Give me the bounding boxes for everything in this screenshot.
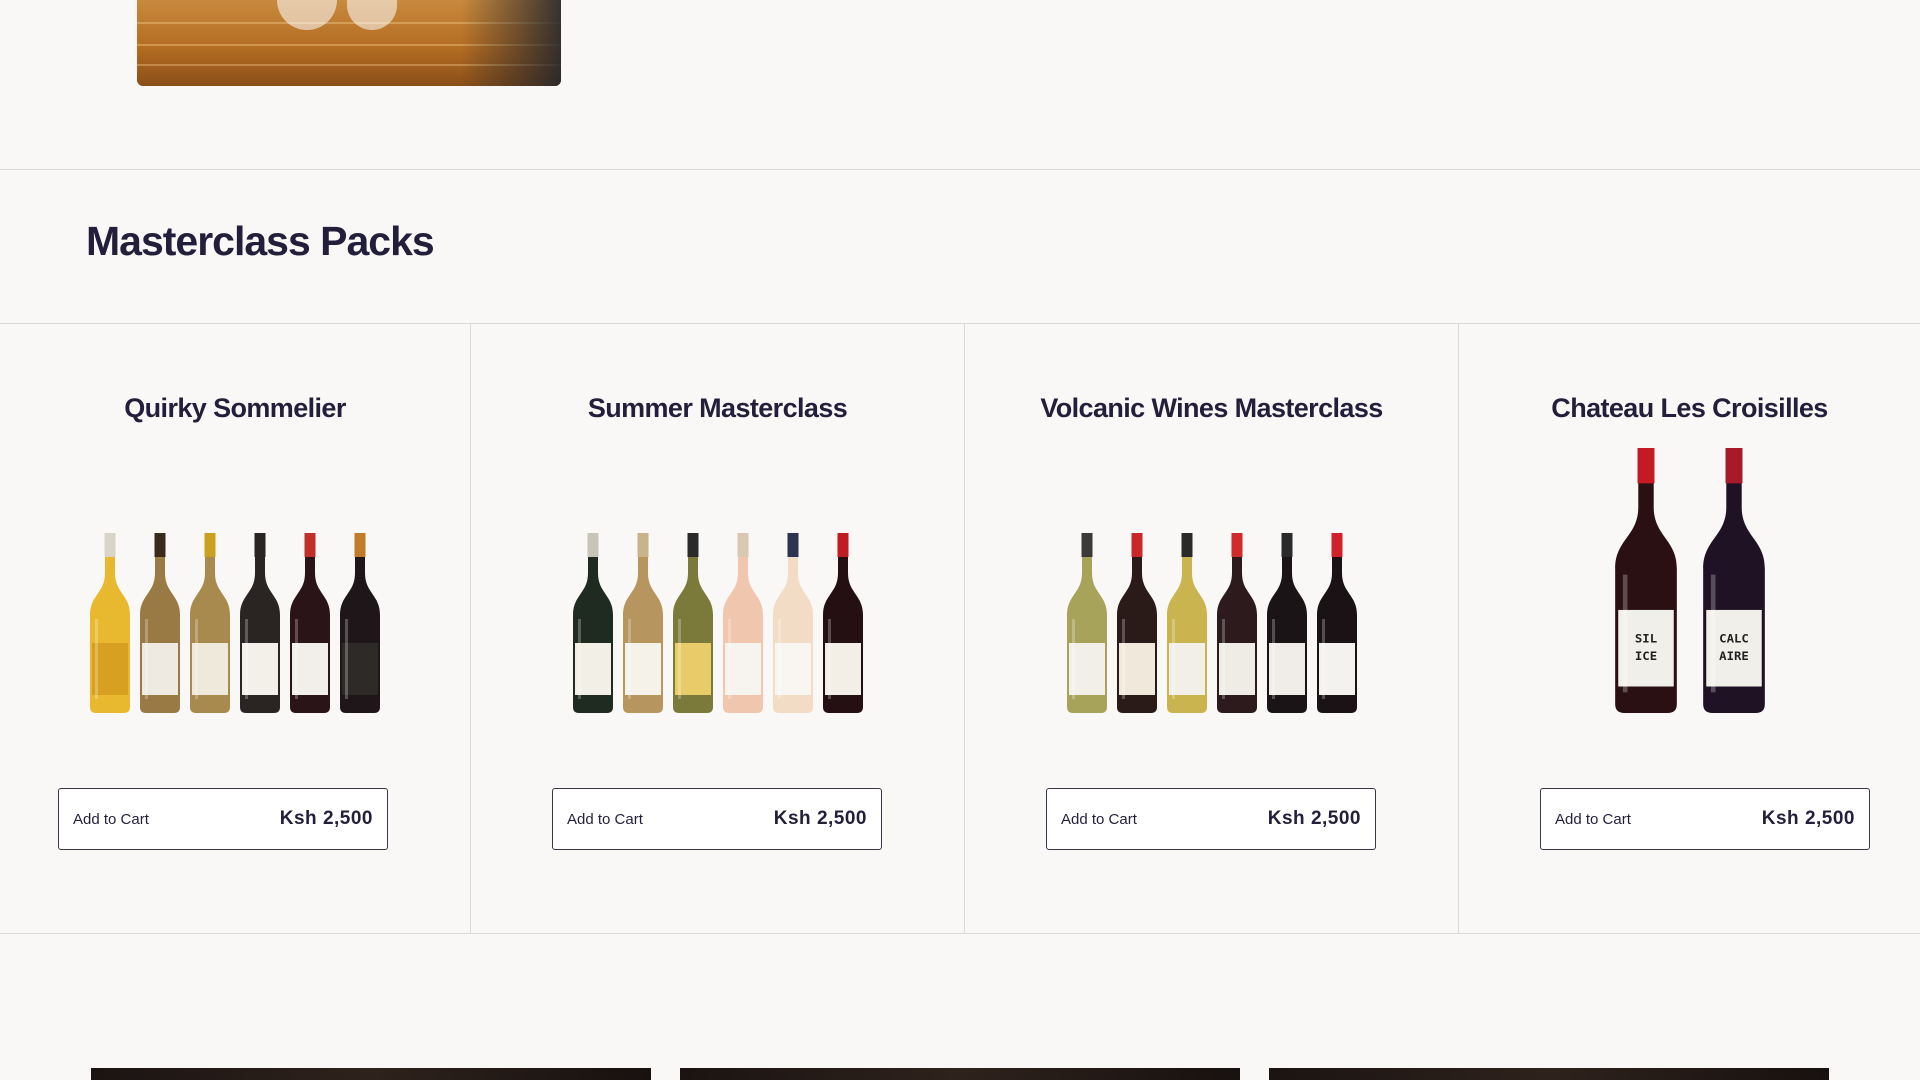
product-title: Quirky Sommelier	[124, 393, 346, 423]
wine-bottle	[1213, 533, 1261, 713]
add-to-cart-label: Add to Cart	[73, 810, 149, 828]
wine-bottle	[1163, 533, 1211, 713]
wine-bottle	[1113, 533, 1161, 713]
bottle-label-text: SIL	[1634, 632, 1656, 646]
wine-bottle	[86, 533, 134, 713]
bottle-label-text: CALC	[1719, 632, 1749, 646]
add-to-cart-label: Add to Cart	[1061, 810, 1137, 828]
teaser-image[interactable]	[1269, 1068, 1829, 1080]
add-to-cart-button[interactable]: Add to Cart Ksh 2,500	[1540, 788, 1870, 850]
wine-bottle: CALC AIRE	[1697, 448, 1771, 713]
product-price: Ksh 2,500	[1761, 808, 1855, 829]
wine-bottle	[819, 533, 867, 713]
wine-bottle	[619, 533, 667, 713]
add-to-cart-button[interactable]: Add to Cart Ksh 2,500	[552, 788, 882, 850]
product-title: Chateau Les Croisilles	[1551, 393, 1828, 423]
product-price: Ksh 2,500	[773, 808, 867, 829]
wine-bottle	[1063, 533, 1111, 713]
product-image[interactable]	[965, 463, 1458, 713]
product-image[interactable]: SIL ICE CALC AIRE	[1459, 448, 1920, 713]
section-divider-top	[0, 169, 1920, 170]
wine-bottle	[719, 533, 767, 713]
add-to-cart-label: Add to Cart	[567, 810, 643, 828]
section-title: Masterclass Packs	[86, 218, 435, 264]
hero-photo	[137, 0, 561, 86]
add-to-cart-button[interactable]: Add to Cart Ksh 2,500	[1046, 788, 1376, 850]
wine-bottle: SIL ICE	[1609, 448, 1683, 713]
wine-bottle	[1263, 533, 1311, 713]
wine-bottle	[669, 533, 717, 713]
product-image[interactable]	[0, 463, 470, 713]
product-card-chateau-les-croisilles[interactable]: Chateau Les Croisilles SIL ICE CALC AIRE Ad…	[1459, 323, 1920, 933]
product-title: Summer Masterclass	[587, 393, 848, 423]
add-to-cart-label: Add to Cart	[1555, 810, 1631, 828]
product-image[interactable]	[471, 463, 964, 713]
wine-bottle	[136, 533, 184, 713]
teaser-image[interactable]	[680, 1068, 1240, 1080]
wine-bottle	[769, 533, 817, 713]
teaser-image[interactable]	[91, 1068, 651, 1080]
wine-bottle	[336, 533, 384, 713]
add-to-cart-button[interactable]: Add to Cart Ksh 2,500	[58, 788, 388, 850]
bottle-label-text: AIRE	[1719, 649, 1749, 663]
section-divider-bottom	[0, 933, 1920, 934]
wine-bottle	[286, 533, 334, 713]
bottle-label-text: ICE	[1634, 649, 1656, 663]
product-price: Ksh 2,500	[1267, 808, 1361, 829]
product-card-volcanic-wines[interactable]: Volcanic Wines Masterclass Add to Cart K…	[965, 323, 1459, 933]
product-card-summer-masterclass[interactable]: Summer Masterclass Add to Cart Ksh 2,500	[471, 323, 965, 933]
product-price: Ksh 2,500	[279, 808, 373, 829]
product-card-quirky-sommelier[interactable]: Quirky Sommelier Add to Cart Ksh 2,500	[0, 323, 471, 933]
product-title: Volcanic Wines Masterclass	[1040, 393, 1383, 423]
wine-bottle	[569, 533, 617, 713]
wine-bottle	[1313, 533, 1361, 713]
product-grid: Quirky Sommelier Add to Cart Ksh 2,500 S…	[0, 323, 1920, 933]
wine-bottle	[236, 533, 284, 713]
wine-bottle	[186, 533, 234, 713]
